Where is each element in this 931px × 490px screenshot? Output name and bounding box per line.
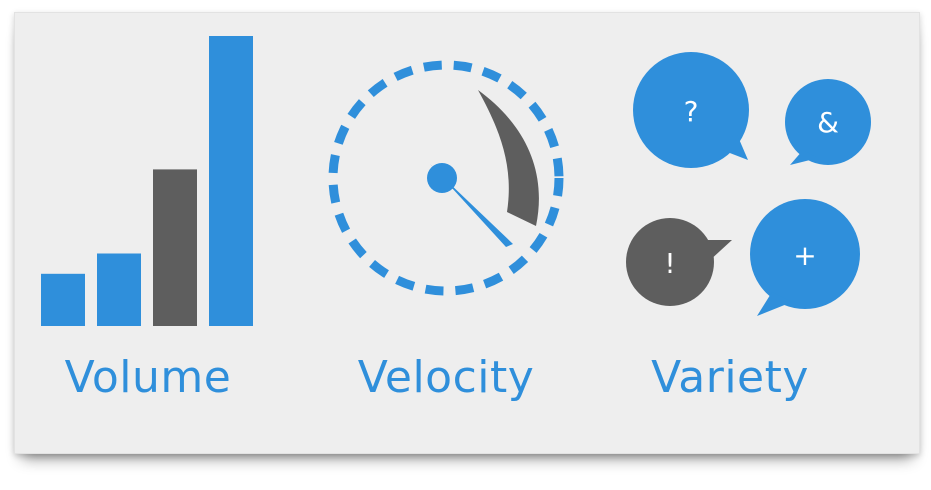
exclamation-bubble-icon: ! xyxy=(626,218,732,306)
volume-bar-4 xyxy=(209,36,253,326)
volume-bar-chart xyxy=(41,36,253,326)
gauge-hub xyxy=(427,163,457,193)
variety-label: Variety xyxy=(651,352,809,403)
plus-glyph: + xyxy=(793,239,816,272)
variety-speech-bubbles: ? & ! + xyxy=(626,52,871,316)
gauge-arc-marker xyxy=(478,90,539,226)
volume-bar-1 xyxy=(41,273,85,326)
question-bubble-icon: ? xyxy=(633,52,749,168)
illustration: ? & ! + xyxy=(41,36,871,326)
volume-bar-2 xyxy=(97,253,141,326)
velocity-label: Velocity xyxy=(357,352,535,403)
question-glyph: ? xyxy=(684,95,699,128)
velocity-gauge-icon xyxy=(328,60,564,296)
volume-label: Volume xyxy=(64,352,232,403)
plus-bubble-icon: + xyxy=(750,199,860,316)
ampersand-bubble-icon: & xyxy=(785,79,871,165)
exclamation-glyph: ! xyxy=(664,247,675,280)
ampersand-glyph: & xyxy=(817,106,839,139)
volume-bar-3 xyxy=(153,169,197,326)
